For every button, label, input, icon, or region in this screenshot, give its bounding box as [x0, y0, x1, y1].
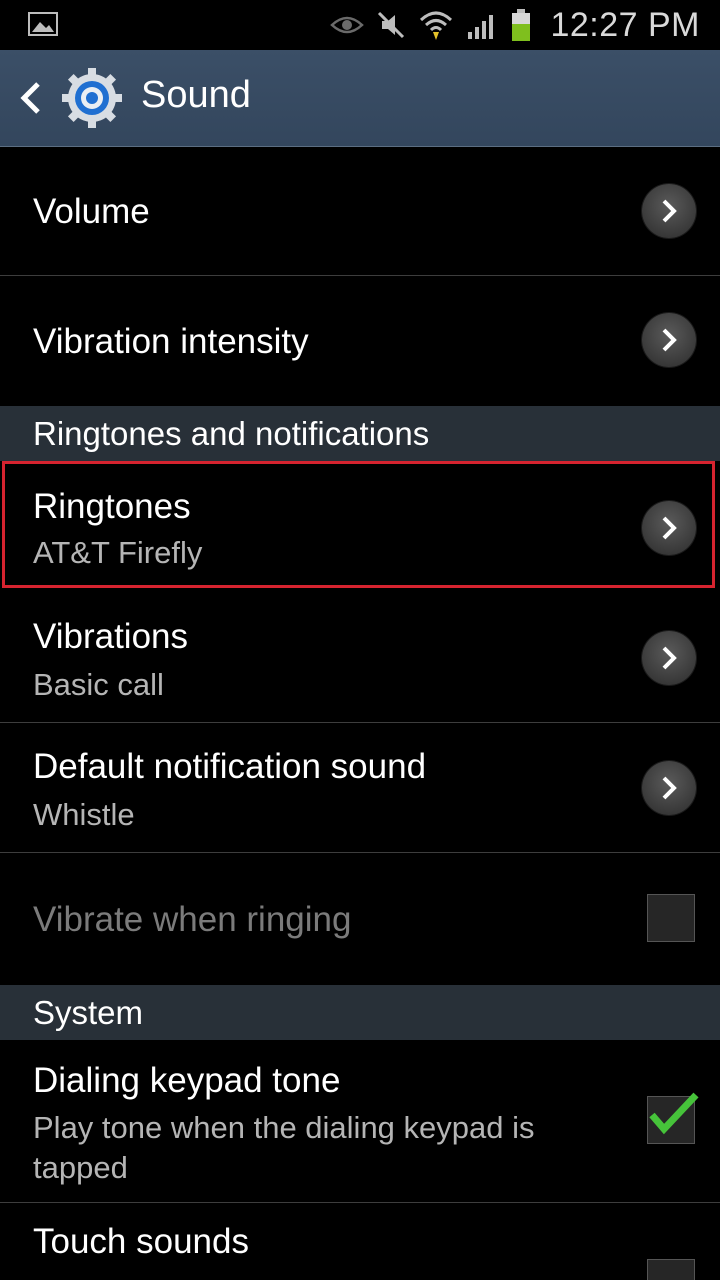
setting-summary: Basic call	[33, 667, 164, 702]
chevron-right-icon[interactable]	[642, 761, 696, 815]
gallery-icon	[28, 12, 58, 36]
setting-touch-sounds[interactable]: Touch sounds	[0, 1203, 720, 1280]
setting-vibration-intensity[interactable]: Vibration intensity	[0, 276, 720, 406]
checkmark-icon	[649, 1092, 699, 1135]
setting-label: Dialing keypad tone	[33, 1061, 341, 1100]
section-header-system: System	[0, 985, 720, 1040]
status-time: 12:27 PM	[550, 5, 700, 44]
setting-summary: Play tone when the dialing keypad is tap…	[33, 1110, 535, 1185]
page-title: Sound	[141, 74, 251, 116]
eye-icon	[330, 16, 365, 34]
section-title: System	[33, 994, 144, 1031]
section-header-ringtones: Ringtones and notifications	[0, 406, 720, 461]
setting-volume[interactable]: Volume	[0, 146, 720, 276]
wifi-icon	[420, 11, 453, 40]
setting-vibrations[interactable]: Vibrations Basic call	[0, 591, 720, 723]
chevron-right-icon[interactable]	[642, 184, 696, 238]
battery-icon	[512, 9, 531, 41]
status-bar: 12:27 PM	[0, 0, 720, 50]
chevron-right-icon[interactable]	[642, 631, 696, 685]
signal-icon	[468, 15, 494, 39]
setting-default-notification-sound[interactable]: Default notification sound Whistle	[0, 723, 720, 853]
chevron-right-icon[interactable]	[642, 313, 696, 367]
setting-label: Vibration intensity	[33, 322, 309, 361]
setting-dialing-keypad-tone[interactable]: Dialing keypad tone Play tone when the d…	[0, 1040, 720, 1203]
chevron-left-icon[interactable]	[16, 80, 44, 116]
setting-label: Touch sounds	[33, 1222, 249, 1261]
setting-label: Volume	[33, 192, 150, 231]
touch-sounds-checkbox[interactable]	[647, 1259, 695, 1280]
setting-vibrate-when-ringing[interactable]: Vibrate when ringing	[0, 853, 720, 985]
vibrate-when-ringing-checkbox[interactable]	[647, 894, 695, 942]
action-bar: Sound	[0, 50, 720, 147]
setting-label: Default notification sound	[33, 747, 427, 786]
setting-summary: Whistle	[33, 797, 135, 832]
setting-label: Vibrations	[33, 617, 189, 656]
section-title: Ringtones and notifications	[33, 415, 430, 452]
dialing-keypad-tone-checkbox[interactable]	[647, 1092, 699, 1144]
mute-icon	[378, 11, 405, 39]
settings-gear-icon[interactable]	[60, 66, 124, 130]
highlight-box	[2, 461, 715, 588]
setting-label: Vibrate when ringing	[33, 900, 352, 939]
